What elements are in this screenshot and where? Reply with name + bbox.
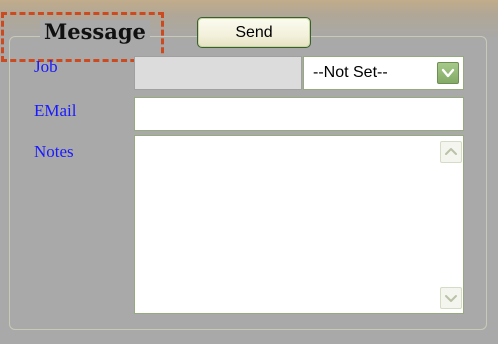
job-select-value: --Not Set-- — [313, 64, 388, 81]
fieldset-legend: Message — [40, 20, 150, 44]
notes-textarea[interactable] — [134, 135, 464, 314]
job-input[interactable] — [134, 56, 302, 90]
notes-scrollbar[interactable] — [438, 137, 462, 312]
chevron-down-icon[interactable] — [437, 62, 459, 84]
notes-label: Notes — [34, 142, 74, 161]
email-field[interactable] — [134, 97, 464, 131]
scroll-up-icon[interactable] — [440, 141, 462, 163]
send-button[interactable]: Send — [197, 17, 311, 48]
scroll-down-icon[interactable] — [440, 287, 462, 309]
email-label: EMail — [34, 101, 77, 120]
job-label: Job — [34, 57, 58, 76]
job-select[interactable]: --Not Set-- — [303, 56, 464, 90]
